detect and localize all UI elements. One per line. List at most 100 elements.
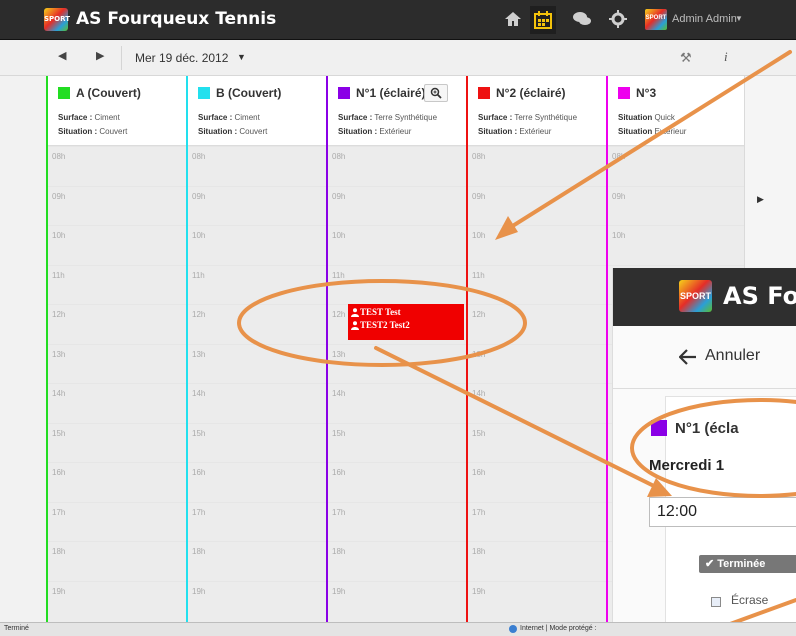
court-name: N°1 (éclairé) (356, 86, 426, 100)
court-header[interactable]: N°1 (éclairé) Surface : Terre Synthétique… (328, 76, 466, 146)
hour-slot[interactable]: 12h (48, 304, 186, 343)
overlay-divider (613, 388, 796, 389)
hour-slot[interactable]: 14h (48, 383, 186, 422)
info-icon[interactable]: i (724, 49, 728, 65)
hour-label: 12h (52, 310, 66, 319)
hour-slot[interactable]: 09h (328, 185, 466, 225)
globe-icon (509, 625, 517, 633)
hour-slot[interactable]: 11h (48, 264, 186, 304)
next-day-button[interactable]: ▶ (96, 49, 104, 62)
user-menu[interactable]: Admin Admin (672, 13, 737, 25)
hour-slot[interactable]: 10h (188, 225, 326, 264)
hour-slot[interactable]: 18h (48, 541, 186, 580)
club-logo[interactable]: SPORT (44, 8, 70, 31)
booking-slot[interactable]: TEST Test TEST2 Test2 (348, 304, 464, 340)
user-avatar[interactable]: SPORT (645, 9, 667, 30)
scroll-right-button[interactable]: ▶ (757, 194, 764, 205)
hour-slot[interactable]: 13h (188, 343, 326, 383)
hour-label: 19h (52, 586, 66, 596)
court-header[interactable]: A (Couvert) Surface : Ciment Situation : C… (48, 76, 186, 146)
arrow-left-icon[interactable] (679, 349, 697, 365)
court-name: B (Couvert) (216, 86, 282, 100)
hour-slot[interactable]: 18h (328, 541, 466, 580)
hour-label: 15h (332, 428, 346, 438)
hour-slot[interactable]: 16h (328, 462, 466, 501)
hour-slot[interactable]: 16h (48, 462, 186, 501)
security-zone-text: Internet | Mode protégé : (520, 625, 597, 632)
time-input[interactable]: 12:00 (649, 497, 796, 527)
court-surface: Surface : Terre Synthétique (338, 113, 437, 122)
hour-slot[interactable]: 15h (188, 422, 326, 462)
hour-slot[interactable]: 10h (328, 225, 466, 264)
hour-slot[interactable]: 18h (188, 541, 326, 580)
court-header[interactable]: N°3 Situation Quick Situation Extérieur (608, 76, 746, 146)
hour-slot[interactable]: 11h (328, 264, 466, 304)
hour-slot[interactable]: 15h (48, 422, 186, 462)
gear-icon[interactable] (608, 9, 628, 29)
hour-label: 10h (52, 231, 66, 240)
hour-slot[interactable]: 16h (468, 462, 606, 501)
previous-day-button[interactable]: ◀ (58, 49, 66, 62)
hour-slot[interactable]: 19h (468, 580, 606, 620)
brand-title[interactable]: AS Fourqueux Tennis (76, 9, 276, 29)
hour-slot[interactable]: 08h (468, 146, 606, 185)
court-situation-value: Couvert (99, 127, 128, 136)
overlay-court-name: N°1 (écla (675, 420, 739, 437)
home-icon[interactable] (503, 9, 523, 29)
hour-slot[interactable]: 14h (468, 383, 606, 422)
hour-slot[interactable]: 19h (188, 580, 326, 620)
hour-slot[interactable]: 13h (48, 343, 186, 383)
hour-slot[interactable]: 19h (328, 580, 466, 620)
hour-slot[interactable]: 18h (468, 541, 606, 580)
tools-icon[interactable]: ⚒ (680, 50, 692, 66)
hour-slot[interactable]: 08h (328, 146, 466, 185)
hour-label: 09h (192, 191, 206, 201)
hour-slot[interactable]: 17h (328, 501, 466, 541)
hour-slot[interactable]: 10h (468, 225, 606, 264)
hour-slot[interactable]: 19h (48, 580, 186, 620)
hour-slot[interactable]: 17h (48, 501, 186, 541)
hour-label: 15h (52, 428, 66, 438)
overwrite-checkbox[interactable] (711, 597, 721, 607)
hour-slot[interactable]: 10h (608, 225, 746, 264)
hour-slot[interactable]: 08h (48, 146, 186, 185)
date-picker[interactable]: Mer 19 déc. 2012 (135, 51, 228, 65)
chat-icon[interactable] (572, 9, 592, 29)
hour-slot[interactable]: 15h (468, 422, 606, 462)
hour-slot[interactable]: 11h (468, 264, 606, 304)
hour-slot[interactable]: 09h (608, 185, 746, 225)
hour-slot[interactable]: 12h (188, 304, 326, 343)
hour-slot[interactable]: 13h (468, 343, 606, 383)
court-surface-value: Quick (654, 113, 675, 122)
hour-slot[interactable]: 09h (188, 185, 326, 225)
hour-slot[interactable]: 08h (608, 146, 746, 185)
court-header[interactable]: N°2 (éclairé) Surface : Terre Synthétique… (468, 76, 606, 146)
court-surface-label: Surface : (198, 113, 233, 122)
hour-slot[interactable]: 09h (48, 185, 186, 225)
hour-slot[interactable]: 14h (188, 383, 326, 422)
chevron-down-icon[interactable]: ▼ (237, 52, 246, 62)
hour-slot[interactable]: 10h (48, 225, 186, 264)
calendar-icon[interactable] (530, 6, 556, 34)
hour-slot[interactable]: 12h (468, 304, 606, 343)
hour-slot[interactable]: 15h (328, 422, 466, 462)
user-icon (351, 308, 359, 317)
court-name: N°3 (636, 86, 657, 100)
hour-slot[interactable]: 14h (328, 383, 466, 422)
hour-slot[interactable]: 17h (468, 501, 606, 541)
hour-slot[interactable]: 11h (188, 264, 326, 304)
cancel-button[interactable]: Annuler (705, 347, 760, 365)
hour-slot[interactable]: 08h (188, 146, 326, 185)
hour-slot[interactable]: 13h (328, 343, 466, 383)
hour-label: 09h (612, 191, 626, 201)
chevron-down-icon[interactable]: ▼ (735, 14, 743, 23)
hour-slot[interactable]: 16h (188, 462, 326, 501)
hour-slot[interactable]: 17h (188, 501, 326, 541)
zoom-in-icon[interactable] (424, 84, 448, 102)
hour-slot[interactable]: 09h (468, 185, 606, 225)
court-surface-value: Ciment (234, 113, 260, 122)
court-header[interactable]: B (Couvert) Surface : Ciment Situation : C… (188, 76, 326, 146)
court-surface-value: Terre Synthétique (514, 113, 578, 122)
hour-label: 10h (192, 231, 206, 240)
date-toolbar: ◀ ▶ Mer 19 déc. 2012 ▼ ⚒ i (0, 40, 796, 76)
